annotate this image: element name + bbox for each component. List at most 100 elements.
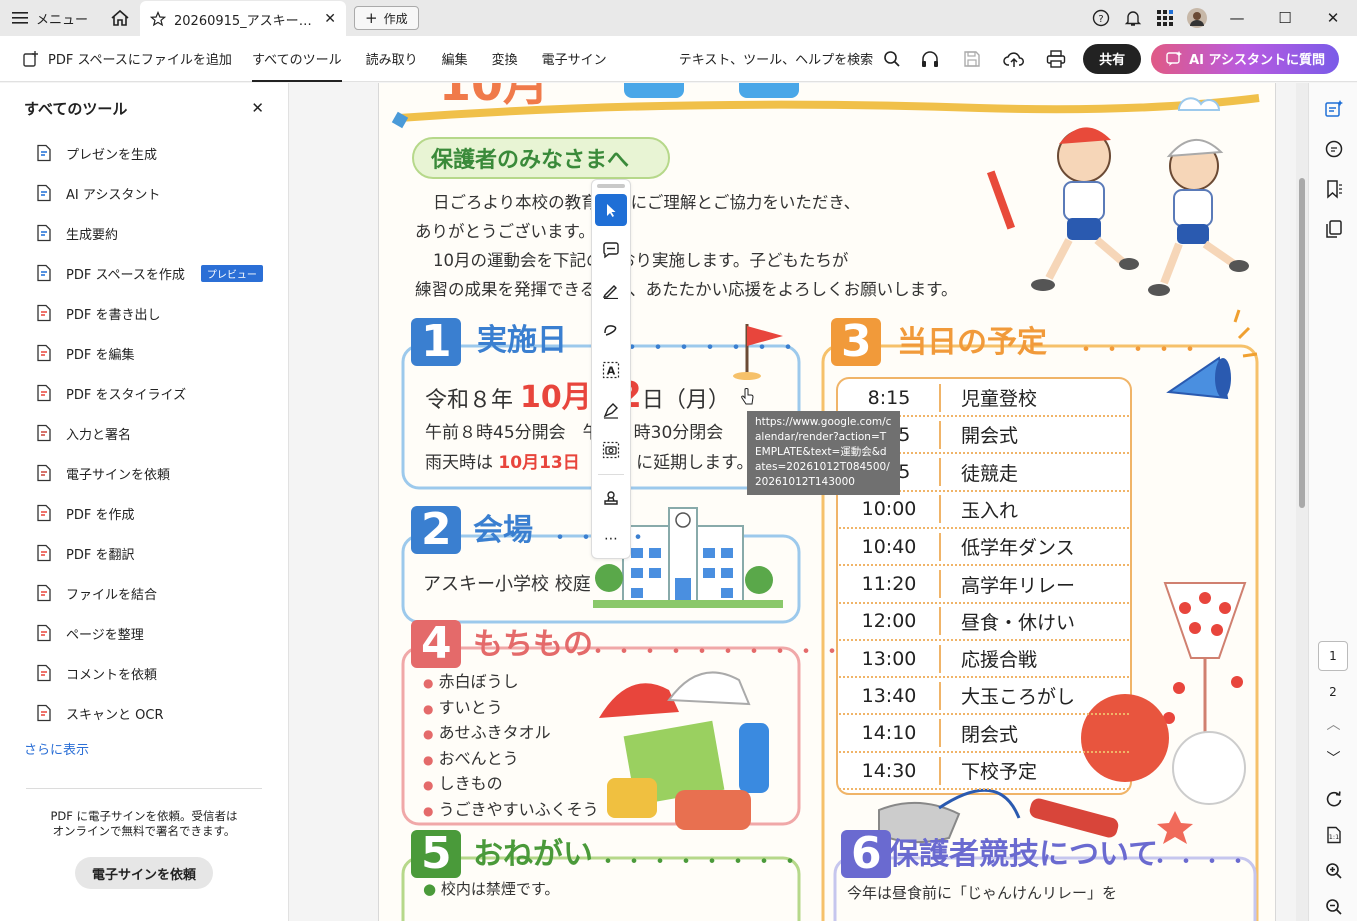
schedule-row: 14:30 下校予定 [839, 753, 1129, 790]
save-button[interactable] [951, 36, 993, 82]
svg-text:10月: 10月 [439, 83, 549, 111]
show-more-link[interactable]: さらに表示 [0, 739, 288, 758]
avatar[interactable] [1181, 0, 1213, 36]
minimize-icon: — [1229, 9, 1245, 27]
ai-generate-button[interactable] [1309, 89, 1357, 129]
document-tab[interactable]: 20260915_アスキー小... ✕ [140, 1, 347, 37]
page-number[interactable]: 2 [1318, 677, 1348, 707]
thumbnails-button[interactable] [1309, 209, 1357, 249]
tool-item[interactable]: PDF を作成 [0, 493, 288, 533]
notifications-button[interactable] [1117, 0, 1149, 36]
tool-item[interactable]: PDF を編集 [0, 333, 288, 373]
tool-item[interactable]: PDF を翻訳 [0, 533, 288, 573]
apps-button[interactable] [1149, 0, 1181, 36]
comment-tool[interactable] [595, 234, 627, 266]
schedule-event: 応援合戦 [961, 649, 1038, 672]
rotate-icon [1326, 791, 1341, 807]
more-tools-button[interactable]: ⋯ [595, 523, 627, 555]
tool-item[interactable]: PDF スペースを作成 プレビュー [0, 253, 288, 293]
vertical-scrollbar[interactable] [1296, 83, 1308, 921]
tool-item[interactable]: コメントを依頼 [0, 653, 288, 693]
prev-page-button[interactable]: ︿ [1309, 707, 1357, 741]
tab-read[interactable]: 読み取り [354, 36, 430, 82]
upload-cloud-button[interactable] [993, 36, 1035, 82]
text-tool[interactable]: A [595, 354, 627, 386]
add-to-pdf-space-label: PDF スペースにファイルを追加 [48, 53, 232, 68]
tool-item[interactable]: ファイルを結合 [0, 573, 288, 613]
section-2-number: 2 [421, 504, 452, 555]
tool-list: プレゼンを生成 AI アシスタント 生成要約 PDF スペースを作成 プレビュー PDF … [0, 133, 288, 733]
scrollbar-thumb[interactable] [1299, 178, 1305, 508]
quick-tools-bar: A ⋯ [591, 179, 631, 559]
rotate-button[interactable] [1309, 781, 1357, 817]
maximize-button[interactable]: ☐ [1261, 0, 1309, 36]
ai-assistant-button[interactable]: AI アシスタントに質問 [1151, 43, 1339, 74]
date-month: 10月 [520, 380, 592, 415]
pdf-space-add-icon [23, 50, 38, 67]
tool-item[interactable]: スキャンと OCR [0, 693, 288, 733]
tool-item[interactable]: 入力と署名 [0, 413, 288, 453]
menu-button[interactable]: メニュー [0, 0, 100, 36]
ai-assistant-icon [34, 183, 54, 203]
tool-item[interactable]: AI アシスタント [0, 173, 288, 213]
apps-grid-icon [1157, 10, 1173, 26]
highlight-tool[interactable] [595, 274, 627, 306]
belonging-label: 赤白ぼうし [438, 672, 519, 691]
home-button[interactable] [100, 0, 140, 36]
tab-edit[interactable]: 編集 [430, 36, 480, 82]
comments-panel-button[interactable] [1309, 129, 1357, 169]
event-time: 午前８時45分開会 午後２時30分閉会 [425, 423, 724, 443]
star-icon[interactable] [150, 11, 167, 27]
next-page-button[interactable]: ﹀ [1309, 741, 1357, 775]
tab-convert[interactable]: 変換 [480, 36, 530, 82]
tool-item[interactable]: プレゼンを生成 [0, 133, 288, 173]
tool-item[interactable]: ページを整理 [0, 613, 288, 653]
tool-item[interactable]: PDF を書き出し [0, 293, 288, 333]
add-to-pdf-space-button[interactable]: PDF スペースにファイルを追加 [0, 49, 240, 68]
select-tool[interactable] [595, 194, 627, 226]
tab-esign[interactable]: 電子サイン [530, 36, 619, 82]
share-button[interactable]: 共有 [1083, 43, 1142, 74]
tool-item[interactable]: 電子サインを依頼 [0, 453, 288, 493]
minimize-button[interactable]: — [1213, 0, 1261, 36]
stamp-tool[interactable] [595, 483, 627, 515]
schedule-time: 14:10 [861, 722, 917, 745]
actual-size-button[interactable]: 1:1 [1309, 817, 1357, 853]
tool-item-label: 入力と署名 [66, 427, 132, 443]
tab-all-tools[interactable]: すべてのツール [240, 36, 354, 82]
create-button[interactable]: + 作成 [354, 6, 419, 30]
rain-date-line: 雨天時は 10月13日（火） に延期します。 [425, 448, 753, 473]
bullet-icon: ● [423, 701, 434, 716]
help-button[interactable]: ? [1085, 0, 1117, 36]
draw-tool[interactable] [595, 314, 627, 346]
drag-handle[interactable] [597, 184, 625, 188]
read-aloud-button[interactable] [909, 36, 951, 82]
section-6-title: 保護者競技について [889, 837, 1159, 872]
svg-text:1:1: 1:1 [1328, 833, 1338, 841]
create-label: 作成 [383, 11, 408, 26]
close-icon: ✕ [1326, 9, 1340, 27]
request-esign-button[interactable]: 電子サインを依頼 [75, 857, 213, 889]
rain-suffix: に延期します。 [636, 453, 754, 473]
document-viewport[interactable]: 10月 保護者のみなさまへ 日ごろより本校の教育活動にご理解とご協力をいただき、… [290, 83, 1308, 921]
request-line: ● 校内は禁煙です。 [423, 878, 559, 899]
pdf-space-icon [34, 263, 54, 283]
preview-badge: プレビュー [200, 264, 263, 282]
tool-item[interactable]: PDF をスタイライズ [0, 373, 288, 413]
tool-item[interactable]: 生成要約 [0, 213, 288, 253]
request-comment-icon [34, 663, 54, 683]
panel-close-icon[interactable]: ✕ [251, 99, 264, 117]
sign-tool[interactable] [595, 394, 627, 426]
print-button[interactable] [1035, 36, 1077, 82]
snapshot-tool[interactable] [595, 434, 627, 466]
close-window-button[interactable]: ✕ [1309, 0, 1357, 36]
request-esign-icon [34, 463, 54, 483]
search-box[interactable]: テキスト、ツール、ヘルプを検索 [679, 49, 909, 68]
zoom-in-button[interactable] [1309, 853, 1357, 889]
tab-close-icon[interactable]: ✕ [324, 11, 336, 27]
bookmarks-button[interactable] [1309, 169, 1357, 209]
schedule-row: 10:00 玉入れ [839, 492, 1129, 529]
greeting-text: 日ごろより本校の教育活動にご理解とご協力をいただき、 ありがとうございます。 1… [415, 188, 958, 304]
zoom-out-button[interactable] [1309, 889, 1357, 921]
page-number-current[interactable]: 1 [1318, 641, 1348, 671]
